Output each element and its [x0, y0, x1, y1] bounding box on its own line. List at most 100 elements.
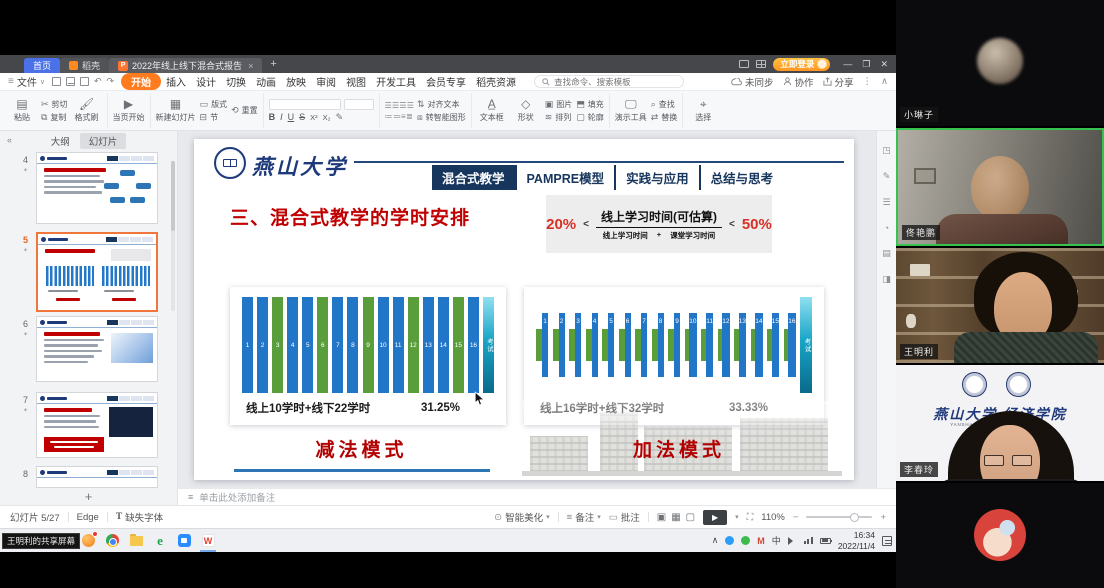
input-method-indicator[interactable]: 中 [772, 534, 781, 547]
taskbar-app-meeting[interactable] [172, 529, 196, 552]
slide-thumbnail-5-current[interactable] [36, 232, 158, 312]
underline-button[interactable]: U [288, 112, 295, 122]
copy-button[interactable]: ⧉复制 [41, 112, 68, 123]
tray-app-green-icon[interactable] [741, 536, 750, 545]
battery-icon[interactable] [820, 538, 831, 544]
beautify-button[interactable]: ⊙智能美化▾ [494, 510, 550, 524]
menu-item-home[interactable]: 开始 [121, 73, 161, 90]
find-button[interactable]: ⌕查找 [651, 99, 678, 110]
action-center-icon[interactable] [882, 536, 892, 546]
tray-mail-icon[interactable]: M [757, 536, 765, 546]
reset-button[interactable]: ⟲重置 [231, 105, 258, 116]
participant-tile-2-active-speaker[interactable]: 佟艳鹏 [896, 128, 1104, 246]
tab-home[interactable]: 首页 [24, 58, 60, 73]
subscript-button[interactable]: X₂ [323, 113, 331, 122]
tab-document[interactable]: P 2022年线上线下混合式报告 × [109, 58, 262, 73]
participant-tile-3[interactable]: 王明利 [896, 248, 1104, 363]
undo-icon[interactable]: ↶ [94, 76, 102, 87]
fit-window-icon[interactable]: ⛶ [747, 512, 754, 523]
textbox-button[interactable]: A̲文本框 [477, 98, 507, 123]
reading-view-icon[interactable]: ▢ [686, 512, 695, 523]
slide-thumbnail-6[interactable] [36, 316, 158, 382]
shapes-button[interactable]: ◇形状 [511, 98, 541, 123]
outline-list-icon[interactable]: ☰ [882, 197, 890, 208]
tab-grid-icon[interactable] [756, 60, 766, 68]
color-pane-icon[interactable]: ◨ [882, 274, 891, 285]
taskbar-app-chrome[interactable] [100, 529, 124, 552]
close-button[interactable]: ✕ [880, 59, 888, 70]
sync-status[interactable]: 未同步 [731, 75, 774, 89]
file-menu[interactable]: ≡文件∨ [8, 74, 45, 89]
arrange-button[interactable]: ≋排列 [545, 112, 573, 123]
list-buttons[interactable]: ≔ ≕ ≡ ≣ [385, 112, 413, 121]
close-tab-icon[interactable]: × [248, 61, 253, 71]
maximize-button[interactable]: ❐ [862, 59, 870, 70]
collapse-ribbon-icon[interactable]: ∧ [881, 76, 888, 87]
menu-item-member[interactable]: 会员专享 [421, 73, 471, 90]
taskbar-app-wps[interactable]: W [196, 529, 220, 552]
menu-item-view[interactable]: 视图 [341, 73, 371, 90]
participant-tile-4[interactable]: 燕山大学 经济学院 YANSHAN UNIVERSITY SCHOOL OF 李… [896, 365, 1104, 481]
replace-button[interactable]: ⇄替换 [651, 112, 678, 123]
menu-item-review[interactable]: 审阅 [311, 73, 341, 90]
menu-item-insert[interactable]: 插入 [161, 73, 191, 90]
font-size-select[interactable] [344, 99, 374, 110]
animation-pane-icon[interactable]: ◔ [884, 223, 889, 233]
normal-view-icon[interactable]: ▣ [657, 512, 666, 523]
slide-thumbnail-7[interactable] [36, 392, 158, 458]
redo-icon[interactable]: ↷ [107, 76, 115, 87]
properties-icon[interactable]: ◳ [882, 145, 891, 156]
slide-thumbnail-8[interactable] [36, 466, 158, 488]
selection-pane-icon[interactable]: ▤ [882, 248, 891, 259]
taskbar-app-ie[interactable]: e [148, 529, 172, 552]
notes-area[interactable]: ≡ 单击此处添加备注 [178, 488, 896, 505]
superscript-button[interactable]: X² [310, 113, 318, 122]
new-tab-button[interactable]: + [270, 58, 276, 70]
login-button[interactable]: 立即登录 [773, 58, 830, 71]
taskbar-file-explorer[interactable] [124, 529, 148, 552]
menu-item-slideshow[interactable]: 放映 [281, 73, 311, 90]
play-options-icon[interactable]: ▾ [735, 513, 739, 521]
bold-button[interactable]: B [269, 112, 276, 122]
current-slide[interactable]: 燕山大学 混合式教学 PAMPRE模型 实践与应用 总结与思考 三、混合式教学的… [194, 139, 854, 480]
zoom-slider[interactable] [806, 516, 872, 518]
menu-item-design[interactable]: 设计 [191, 73, 221, 90]
slide-thumbnail-4[interactable] [36, 152, 158, 224]
add-slide-button[interactable]: + [85, 489, 93, 504]
present-tools-button[interactable]: 🖵演示工具 [615, 98, 647, 123]
outline-button[interactable]: ▢轮廓 [576, 112, 604, 123]
sorter-view-icon[interactable]: ▦ [671, 512, 680, 523]
command-search[interactable] [534, 75, 684, 88]
participant-tile-5[interactable] [896, 483, 1104, 588]
comments-button[interactable]: ▭批注 [609, 510, 640, 524]
slideshow-play-button[interactable]: ▶ [703, 510, 727, 525]
print-preview-icon[interactable] [80, 77, 89, 86]
menu-item-transition[interactable]: 切换 [221, 73, 251, 90]
collapse-panel-icon[interactable]: « [7, 135, 12, 145]
network-icon[interactable] [804, 537, 813, 544]
share-button[interactable]: 分享 [823, 75, 854, 89]
zoom-in-button[interactable]: + [880, 512, 886, 523]
format-painter-button[interactable]: 🖌格式刷 [72, 98, 102, 123]
notes-toggle-button[interactable]: ≡备注▾ [567, 510, 601, 524]
section-button[interactable]: ⊟节 [200, 112, 228, 123]
italic-button[interactable]: I [280, 112, 283, 122]
zoom-level[interactable]: 110% [761, 512, 785, 523]
tab-slides[interactable]: 幻灯片 [80, 133, 127, 149]
zoom-out-button[interactable]: − [793, 512, 799, 523]
fill-button[interactable]: ⬒填充 [576, 99, 604, 110]
menu-item-docer-res[interactable]: 稻壳资源 [471, 73, 521, 90]
zoom-slider-knob[interactable] [850, 513, 859, 522]
menu-item-animation[interactable]: 动画 [251, 73, 281, 90]
menu-item-devtools[interactable]: 开发工具 [371, 73, 421, 90]
tab-docer[interactable]: 稻壳 [60, 58, 109, 73]
cut-button[interactable]: ✂剪切 [41, 99, 68, 110]
edit-icon[interactable]: ✎ [883, 171, 891, 182]
missing-font-warning[interactable]: T缺失字体 [116, 510, 163, 524]
strikethrough-button[interactable]: S [299, 112, 305, 122]
align-buttons[interactable]: ☰ ☰ ☰ ☰ [385, 101, 413, 110]
tray-expand-icon[interactable]: ∧ [712, 535, 719, 546]
play-from-current-button[interactable]: ▶当页开始 [113, 98, 145, 123]
panel-scrollbar[interactable] [171, 161, 175, 311]
paste-button[interactable]: ▤粘贴 [7, 98, 37, 123]
